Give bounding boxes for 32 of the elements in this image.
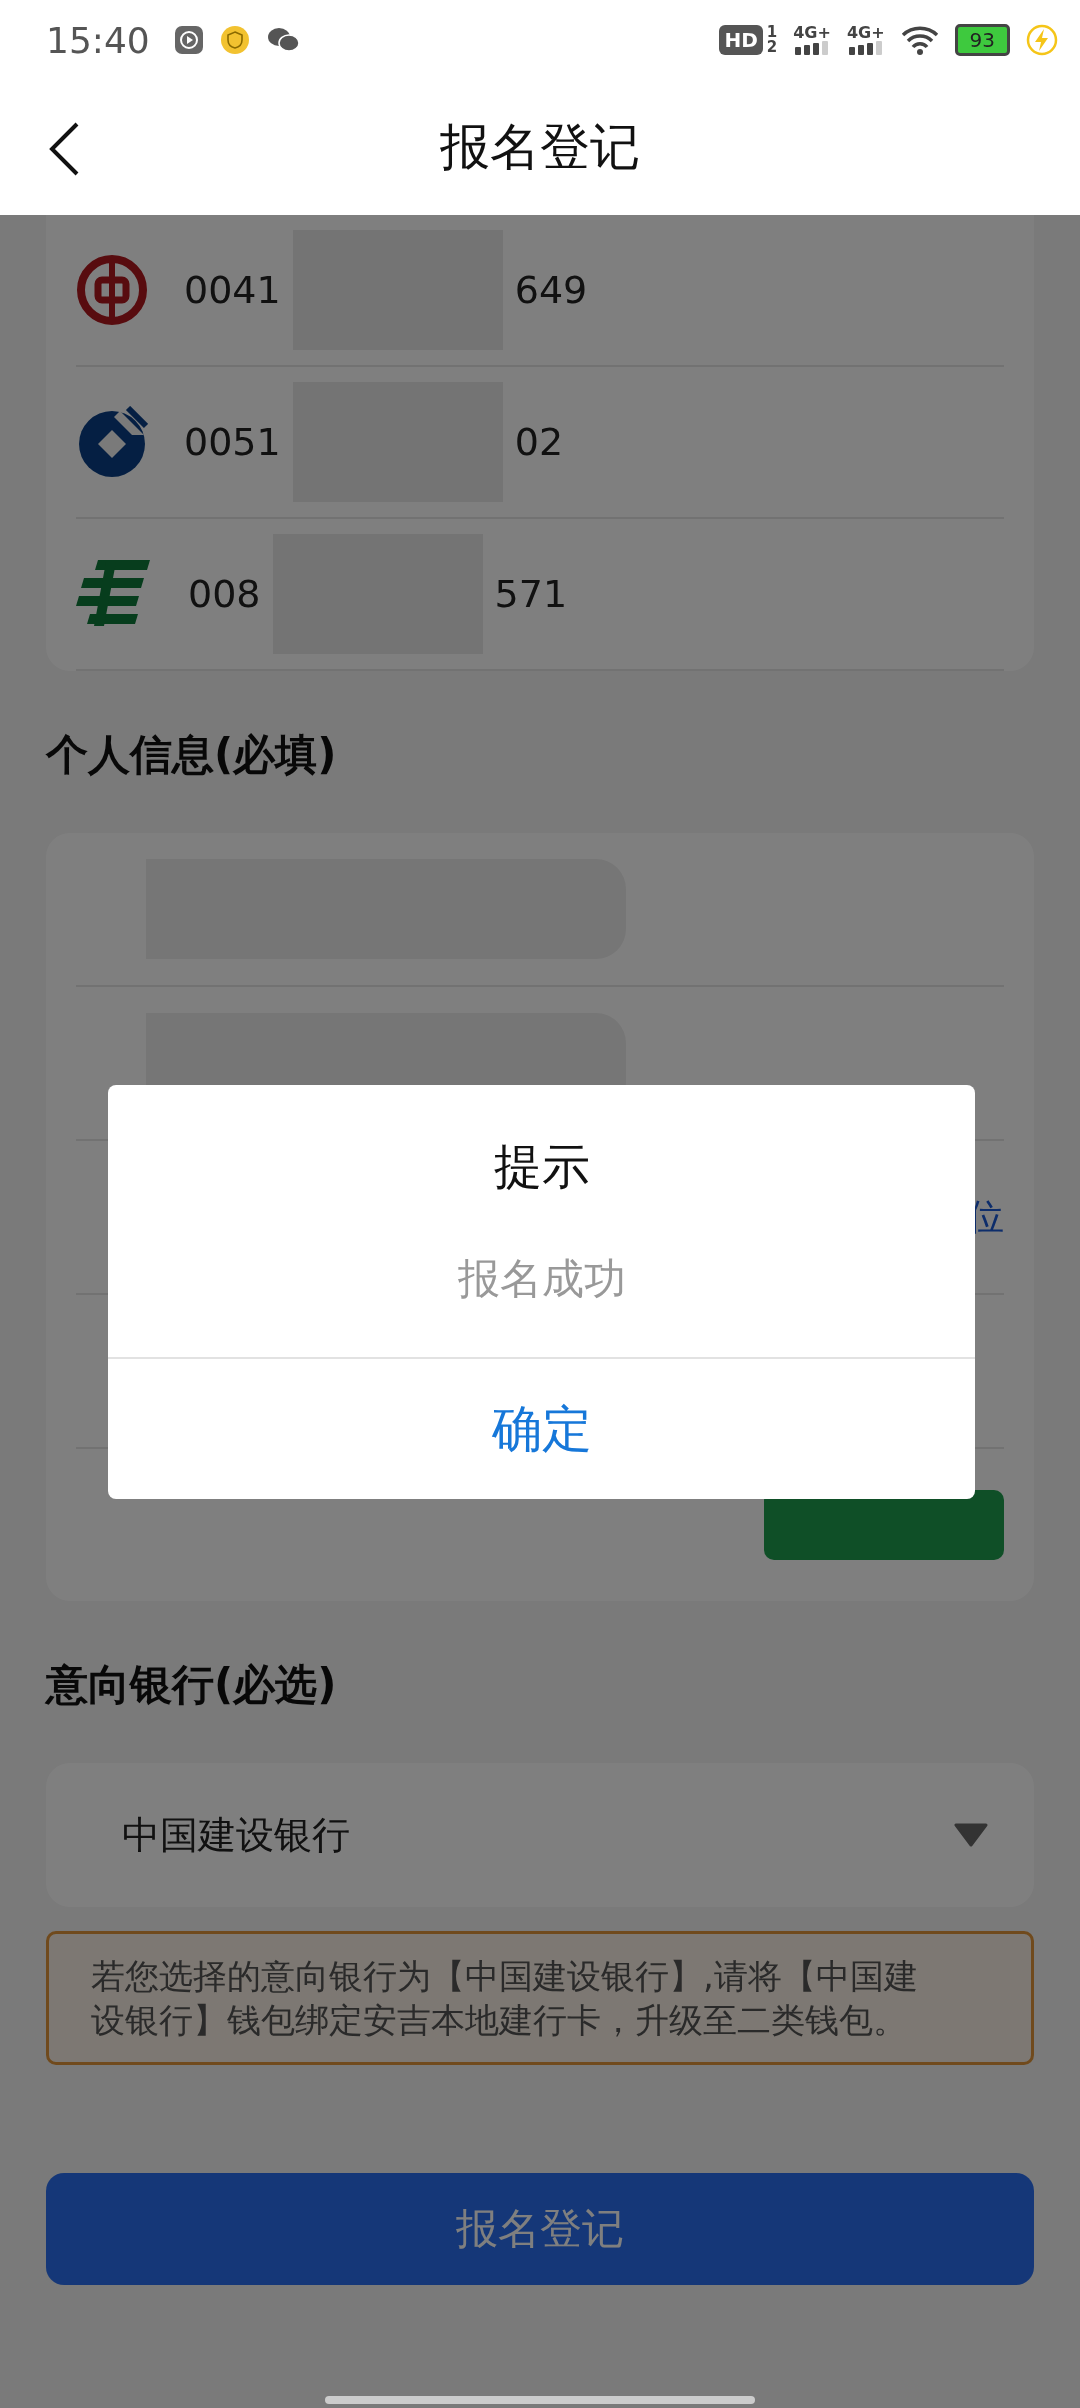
status-time: 15:40 [46,19,150,61]
dropdown-icon [954,1823,988,1847]
back-icon[interactable] [48,122,80,176]
play-icon [173,25,204,55]
chat-icon [265,26,300,54]
page-title: 报名登记 [440,117,640,178]
signal-icon [848,41,883,55]
sim-number: 1 [766,25,778,40]
submit-button[interactable]: 报名登记 [46,2173,1034,2285]
account-number: 02 [514,420,564,464]
network-type: 4G+ [846,25,885,41]
account-number: 0041 [184,268,281,312]
section-title: 个人信息(必填) [46,729,338,781]
account-number: 0051 [184,420,281,464]
confirm-button[interactable]: 确定 [108,1357,975,1499]
bank-select[interactable]: 中国建设银行 [46,1763,1034,1907]
account-number: 649 [514,268,588,312]
account-number: 571 [494,572,568,616]
network-type: 4G+ [793,25,831,41]
hd-badge: HD [719,25,763,55]
shield-icon [219,25,250,55]
bank-logo-icon [76,254,148,326]
sim-number: 2 [766,40,778,55]
wifi-icon [900,25,939,55]
battery-indicator: 93 [954,24,1010,56]
dialog-message: 报名成功 [457,1253,626,1305]
signal-icon [795,41,830,55]
account-number: 008 [188,572,261,616]
dialog-title: 提示 [493,1137,590,1196]
section-title: 意向银行(必选) [46,1659,338,1711]
notice-text: 若您选择的意向银行为【中国建设银行】,请将【中国建设银行】钱包绑定安吉本地建行卡，升级至二类钱包。 [46,1931,1034,2065]
bank-logo-icon [76,406,148,478]
